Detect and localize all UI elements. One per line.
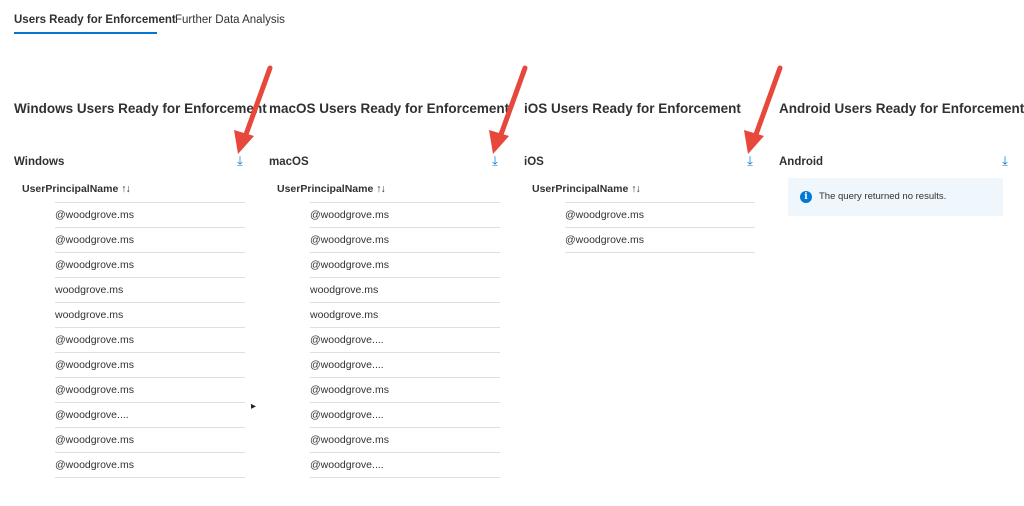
- user-list: @woodgrove.ms @woodgrove.ms @woodgrove.m…: [310, 202, 500, 478]
- table-row[interactable]: @woodgrove.ms: [310, 227, 500, 252]
- panel-subtitle: Android: [779, 156, 824, 168]
- column-header-userprincipalname[interactable]: UserPrincipalName ↑↓: [532, 183, 641, 195]
- table-row[interactable]: @woodgrove....: [55, 402, 245, 427]
- table-row[interactable]: @woodgrove.ms: [310, 252, 500, 277]
- table-row[interactable]: woodgrove.ms: [310, 302, 500, 327]
- table-row[interactable]: woodgrove.ms: [55, 277, 245, 302]
- table-row[interactable]: @woodgrove.ms: [310, 427, 500, 452]
- table-row[interactable]: @woodgrove.ms: [310, 202, 500, 227]
- table-row[interactable]: @woodgrove.ms: [310, 377, 500, 402]
- table-row[interactable]: @woodgrove.ms: [55, 427, 245, 452]
- user-list: @woodgrove.ms @woodgrove.ms @woodgrove.m…: [55, 202, 245, 478]
- column-header-userprincipalname[interactable]: UserPrincipalName ↑↓: [22, 183, 131, 195]
- panel-title: iOS Users Ready for Enforcement: [524, 101, 741, 116]
- android-panel: Android Users Ready for Enforcement Andr…: [779, 0, 1024, 506]
- panel-subtitle: Windows: [14, 156, 65, 168]
- sort-icon: ↑↓: [121, 183, 130, 195]
- table-row[interactable]: woodgrove.ms: [310, 277, 500, 302]
- download-icon[interactable]: ⤓: [998, 152, 1012, 170]
- table-row[interactable]: @woodgrove.ms: [55, 227, 245, 252]
- annotation-arrow: [234, 65, 273, 154]
- table-row[interactable]: woodgrove.ms: [55, 302, 245, 327]
- table-row[interactable]: @woodgrove.ms: [565, 227, 755, 253]
- table-row[interactable]: @woodgrove....: [310, 402, 500, 427]
- sort-icon: ↑↓: [376, 183, 385, 195]
- panel-title: macOS Users Ready for Enforcement: [269, 101, 510, 116]
- info-message: The query returned no results.: [819, 191, 947, 202]
- mouse-cursor-icon: ▸: [251, 401, 257, 412]
- table-row[interactable]: @woodgrove....: [310, 452, 500, 478]
- table-row[interactable]: @woodgrove.ms: [55, 377, 245, 402]
- table-row[interactable]: @woodgrove.ms: [55, 452, 245, 478]
- annotation-arrow: [744, 65, 783, 154]
- sort-icon: ↑↓: [631, 183, 640, 195]
- table-row[interactable]: @woodgrove.ms: [55, 252, 245, 277]
- panel-title: Android Users Ready for Enforcement: [779, 101, 1024, 116]
- table-row[interactable]: @woodgrove.ms: [565, 202, 755, 227]
- panel-subtitle: iOS: [524, 156, 544, 168]
- panel-subtitle: macOS: [269, 156, 309, 168]
- table-row[interactable]: @woodgrove....: [310, 352, 500, 377]
- table-row[interactable]: @woodgrove.ms: [55, 327, 245, 352]
- table-row[interactable]: @woodgrove.ms: [55, 202, 245, 227]
- info-icon: i: [800, 191, 812, 203]
- info-message-bar: i The query returned no results.: [788, 178, 1003, 216]
- user-list: @woodgrove.ms @woodgrove.ms: [565, 202, 755, 253]
- table-row[interactable]: @woodgrove....: [310, 327, 500, 352]
- annotation-arrow: [489, 65, 528, 154]
- table-row[interactable]: @woodgrove.ms: [55, 352, 245, 377]
- column-header-userprincipalname[interactable]: UserPrincipalName ↑↓: [277, 183, 386, 195]
